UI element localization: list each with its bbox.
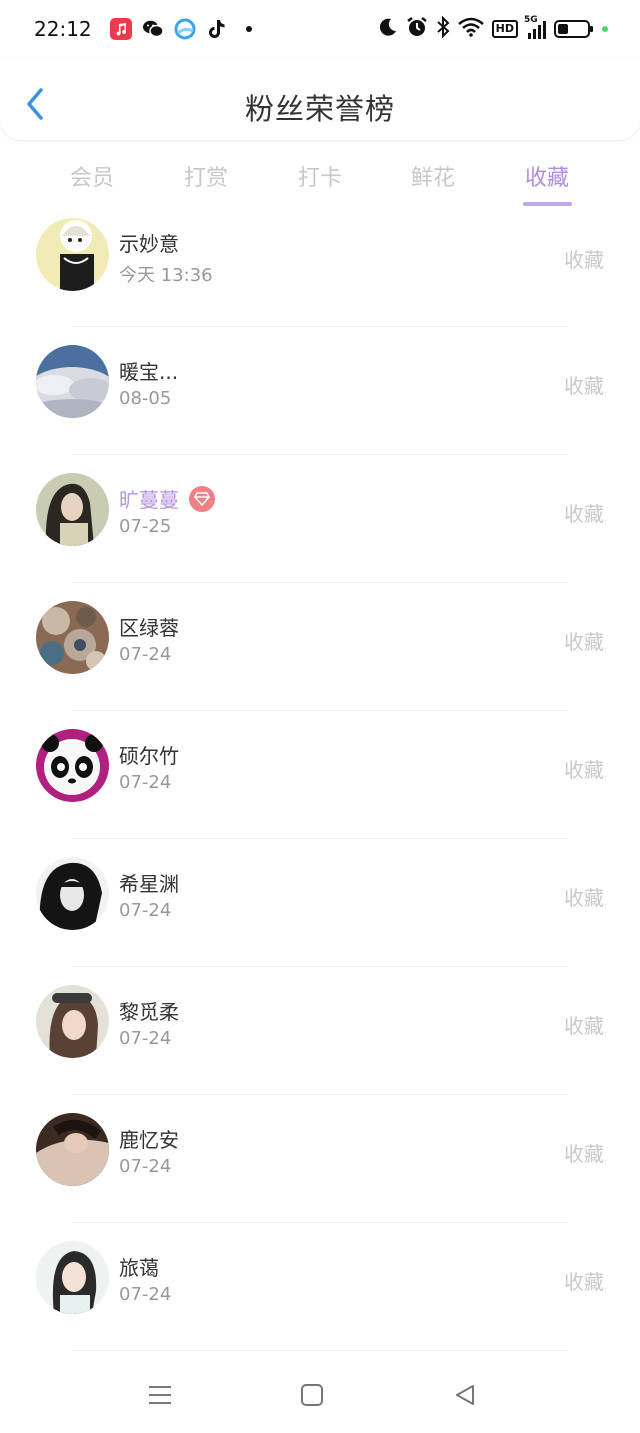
favorite-date: 07-24 [119, 1156, 172, 1177]
favorite-date: 今天 13:36 [119, 265, 213, 286]
list-item[interactable]: 硕尔竹 07-24 收藏 [0, 711, 640, 839]
header-bar: 粉丝荣誉榜 [0, 58, 640, 140]
system-nav-bar [0, 1358, 640, 1433]
favorite-date: 07-24 [119, 772, 172, 793]
tab-bar: 会员 打赏 打卡 鲜花 收藏 [0, 150, 640, 210]
menu-button[interactable] [140, 1378, 180, 1412]
tab-favorites[interactable]: 收藏 [497, 160, 597, 192]
list-item[interactable]: 区绿蓉 07-24 收藏 [0, 583, 640, 711]
fan-list: 示妙意 今天 13:36 收藏 暖宝... 08-05 收藏 旷蔓蔓 07-25… [0, 218, 640, 1351]
moon-icon [378, 17, 398, 41]
list-item[interactable]: 旅蔼 07-24 收藏 [0, 1223, 640, 1351]
avatar [36, 218, 109, 291]
favorite-label: 收藏 [564, 630, 604, 654]
favorite-label: 收藏 [564, 1142, 604, 1166]
avatar [36, 857, 109, 930]
avatar [36, 985, 109, 1058]
list-item[interactable]: 鹿忆安 07-24 收藏 [0, 1095, 640, 1223]
wechat-icon [142, 18, 164, 40]
favorite-label: 收藏 [564, 886, 604, 910]
favorite-date: 08-05 [119, 388, 172, 409]
avatar [36, 473, 109, 546]
bluetooth-icon [436, 15, 450, 42]
status-bar: 22:12 HD 5G [0, 0, 640, 58]
privacy-indicator-dot [602, 26, 608, 32]
user-name: 区绿蓉 [119, 616, 179, 640]
divider [72, 1350, 568, 1351]
status-time: 22:12 [34, 17, 92, 41]
battery-icon [554, 20, 593, 38]
user-name: 旷蔓蔓 [119, 484, 215, 513]
tiktok-icon [206, 18, 228, 40]
list-item[interactable]: 旷蔓蔓 07-25 收藏 [0, 455, 640, 583]
favorite-label: 收藏 [564, 1270, 604, 1294]
notification-dot-icon [245, 26, 252, 32]
tab-tip[interactable]: 打赏 [156, 160, 256, 192]
user-name: 旅蔼 [119, 1256, 159, 1280]
favorite-label: 收藏 [564, 1014, 604, 1038]
list-item[interactable]: 示妙意 今天 13:36 收藏 [0, 218, 640, 327]
wifi-icon [457, 17, 484, 41]
tab-checkin[interactable]: 打卡 [270, 160, 370, 192]
page-title: 粉丝荣誉榜 [244, 92, 395, 126]
screen: 22:12 HD 5G 粉丝荣誉榜 会员 打赏 打卡 鲜花 收藏 示妙意 今天 … [0, 0, 640, 1433]
alarm-icon [406, 16, 428, 42]
user-name: 希星渊 [119, 872, 179, 896]
avatar [36, 1241, 109, 1314]
user-name: 黎觅柔 [119, 1000, 179, 1024]
home-square-icon [301, 1384, 323, 1406]
avatar [36, 345, 109, 418]
favorite-date: 07-24 [119, 900, 172, 921]
list-item[interactable]: 黎觅柔 07-24 收藏 [0, 967, 640, 1095]
favorite-label: 收藏 [564, 248, 604, 272]
favorite-date: 07-24 [119, 1284, 172, 1305]
user-name: 硕尔竹 [119, 744, 179, 768]
diamond-icon [189, 485, 215, 512]
menu-icon [149, 1386, 171, 1404]
avatar [36, 1113, 109, 1186]
hd-badge: HD [491, 20, 518, 38]
list-item[interactable]: 希星渊 07-24 收藏 [0, 839, 640, 967]
favorite-date: 07-24 [119, 644, 172, 665]
tab-member[interactable]: 会员 [42, 160, 142, 192]
user-name: 示妙意 [119, 232, 179, 256]
tab-flowers[interactable]: 鲜花 [383, 160, 483, 192]
favorite-label: 收藏 [564, 374, 604, 398]
music-app-icon [109, 18, 132, 40]
user-name: 鹿忆安 [119, 1128, 179, 1152]
user-name: 暖宝... [119, 360, 179, 384]
favorite-label: 收藏 [564, 502, 604, 526]
signal-5g-icon: 5G [524, 15, 546, 39]
favorite-date: 07-24 [119, 1028, 172, 1049]
back-triangle-icon [456, 1385, 474, 1405]
avatar [36, 601, 109, 674]
favorite-date: 07-25 [119, 516, 172, 537]
avatar [36, 729, 109, 802]
back-nav-button[interactable] [445, 1378, 485, 1412]
active-tab-indicator [523, 202, 572, 206]
favorite-label: 收藏 [564, 758, 604, 782]
list-item[interactable]: 暖宝... 08-05 收藏 [0, 327, 640, 455]
home-button[interactable] [292, 1378, 332, 1412]
browser-icon [174, 18, 196, 40]
